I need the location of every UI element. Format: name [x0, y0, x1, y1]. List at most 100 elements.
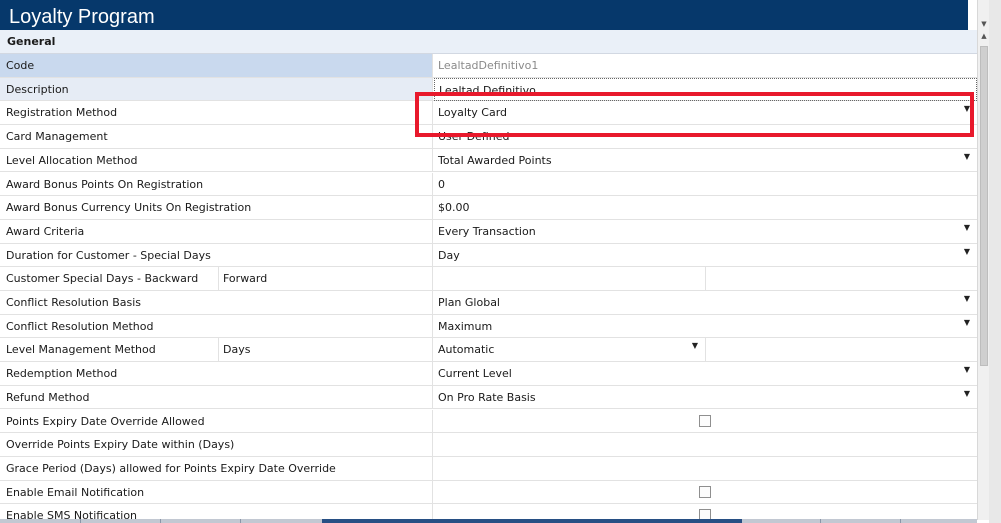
select-value: Current Level [438, 367, 512, 381]
scroll-up-icon[interactable]: ▲ [978, 32, 990, 40]
property-row-registration-method[interactable]: Registration Method Loyalty Card ▼ [0, 101, 977, 126]
property-label: Points Expiry Date Override Allowed [0, 409, 433, 433]
description-field[interactable]: Lealtad Definitivo [434, 77, 977, 101]
chevron-down-icon[interactable]: ▼ [964, 152, 970, 161]
forward-days-field[interactable] [705, 267, 977, 290]
category-label: General [7, 35, 56, 48]
property-row-code[interactable]: Code LealtadDefinitivo1 [0, 54, 977, 78]
property-label: Redemption Method [0, 362, 433, 385]
chevron-down-icon[interactable]: ▼ [964, 247, 970, 256]
award-criteria-select[interactable]: Every Transaction ▼ [434, 220, 977, 243]
property-label: Award Bonus Currency Units On Registrati… [0, 196, 433, 219]
property-row-refund-method[interactable]: Refund Method On Pro Rate Basis ▼ [0, 385, 977, 410]
property-row-card-management[interactable]: Card Management User Defined [0, 125, 977, 149]
tab-divider [80, 519, 81, 523]
backward-days-field[interactable] [434, 267, 705, 290]
level-management-label: Level Management Method [6, 343, 156, 357]
level-management-method-select[interactable]: Automatic ▼ [434, 338, 705, 361]
chevron-down-icon[interactable]: ▼ [964, 318, 970, 327]
window-title-bar: Loyalty Program [0, 0, 968, 30]
property-row-override-points-expiry-within[interactable]: Override Points Expiry Date within (Days… [0, 433, 977, 457]
tab-divider [240, 519, 241, 523]
property-row-conflict-resolution-basis[interactable]: Conflict Resolution Basis Plan Global ▼ [0, 291, 977, 315]
refund-method-select[interactable]: On Pro Rate Basis ▼ [434, 386, 977, 409]
property-label: Conflict Resolution Basis [0, 291, 433, 314]
property-label: Card Management [0, 125, 433, 148]
tab-divider [900, 519, 901, 523]
property-row-grace-period[interactable]: Grace Period (Days) allowed for Points E… [0, 456, 977, 481]
sms-notification-cell [434, 504, 977, 520]
select-value: Maximum [438, 319, 493, 333]
chevron-down-icon[interactable]: ▼ [692, 341, 698, 350]
scrollbar-thumb[interactable] [980, 46, 988, 366]
property-label: Description [0, 77, 433, 101]
chevron-down-icon[interactable]: ▼ [964, 294, 970, 303]
property-row-redemption-method[interactable]: Redemption Method Current Level ▼ [0, 362, 977, 386]
property-grid-scrollbar[interactable]: ▲ [977, 30, 989, 520]
bottom-tab-strip [0, 519, 977, 523]
property-row-level-management-method[interactable]: Level Management Method Days Automatic ▼ [0, 338, 977, 363]
select-value: Day [438, 248, 460, 262]
registration-method-select[interactable]: Loyalty Card ▼ [434, 101, 977, 124]
property-label: Conflict Resolution Method [0, 314, 433, 338]
property-label: Award Bonus Points On Registration [0, 172, 433, 196]
days-field[interactable] [705, 338, 977, 362]
category-general[interactable]: General [0, 30, 977, 54]
select-value: Plan Global [438, 296, 500, 309]
points-expiry-override-checkbox[interactable] [699, 414, 711, 427]
level-allocation-method-select[interactable]: Total Awarded Points ▼ [434, 149, 977, 172]
property-row-special-days-backward[interactable]: Customer Special Days - Backward Forward [0, 267, 977, 291]
property-row-points-expiry-override-allowed[interactable]: Points Expiry Date Override Allowed [0, 409, 977, 434]
window-edge [989, 0, 1001, 523]
override-points-expiry-days-field[interactable] [434, 433, 977, 456]
conflict-resolution-basis-select[interactable]: Plan Global ▼ [434, 291, 977, 314]
bottom-scroll-thumb[interactable] [322, 519, 742, 523]
property-label: Registration Method [0, 101, 433, 125]
forward-label: Forward [218, 267, 267, 290]
tab-divider [160, 519, 161, 523]
property-row-level-allocation-method[interactable]: Level Allocation Method Total Awarded Po… [0, 148, 977, 173]
property-label: Enable SMS Notification [0, 504, 433, 520]
property-grid: General Code LealtadDefinitivo1 Descript… [0, 30, 977, 520]
property-label: Level Management Method [0, 338, 433, 362]
property-row-description[interactable]: Description Lealtad Definitivo [0, 77, 977, 102]
property-row-conflict-resolution-method[interactable]: Conflict Resolution Method Maximum ▼ [0, 314, 977, 339]
property-row-award-bonus-points[interactable]: Award Bonus Points On Registration 0 [0, 172, 977, 197]
duration-special-days-select[interactable]: Day ▼ [434, 244, 977, 267]
select-value: Automatic [438, 343, 495, 357]
award-bonus-currency-field[interactable]: $0.00 [434, 196, 977, 219]
property-label: Grace Period (Days) allowed for Points E… [0, 456, 433, 480]
select-value: Total Awarded Points [438, 153, 552, 167]
select-value: Loyalty Card [438, 106, 508, 120]
points-expiry-override-cell [434, 410, 977, 433]
property-label: Refund Method [0, 385, 433, 409]
property-row-enable-email-notification[interactable]: Enable Email Notification [0, 480, 977, 505]
chevron-down-icon[interactable]: ▼ [964, 389, 970, 398]
property-label: Award Criteria [0, 219, 433, 243]
redemption-method-select[interactable]: Current Level ▼ [434, 362, 977, 385]
conflict-resolution-method-select[interactable]: Maximum ▼ [434, 315, 977, 338]
select-value: Every Transaction [438, 224, 536, 238]
property-label: Duration for Customer - Special Days [0, 243, 433, 267]
title-scrollbar[interactable]: ▼ [977, 0, 989, 30]
email-notification-checkbox[interactable] [699, 485, 711, 498]
chevron-down-icon[interactable]: ▼ [964, 104, 970, 113]
email-notification-cell [434, 481, 977, 504]
chevron-down-icon[interactable]: ▼ [964, 223, 970, 232]
property-label: Override Points Expiry Date within (Days… [0, 433, 433, 456]
property-row-enable-sms-notification[interactable]: Enable SMS Notification [0, 504, 977, 520]
days-label: Days [218, 338, 250, 362]
tab-divider [820, 519, 821, 523]
backward-label: Customer Special Days - Backward [6, 272, 199, 286]
chevron-down-icon[interactable]: ▼ [964, 365, 970, 374]
property-label: Level Allocation Method [0, 148, 433, 172]
grace-period-field[interactable] [434, 457, 977, 480]
award-bonus-points-field[interactable]: 0 [434, 173, 977, 196]
window-title: Loyalty Program [9, 6, 155, 28]
property-row-duration-special-days[interactable]: Duration for Customer - Special Days Day… [0, 243, 977, 268]
code-value[interactable]: LealtadDefinitivo1 [434, 54, 977, 77]
select-value: On Pro Rate Basis [438, 390, 536, 404]
property-row-award-criteria[interactable]: Award Criteria Every Transaction ▼ [0, 219, 977, 244]
card-management-value[interactable]: User Defined [434, 125, 977, 148]
property-row-award-bonus-currency[interactable]: Award Bonus Currency Units On Registrati… [0, 196, 977, 220]
